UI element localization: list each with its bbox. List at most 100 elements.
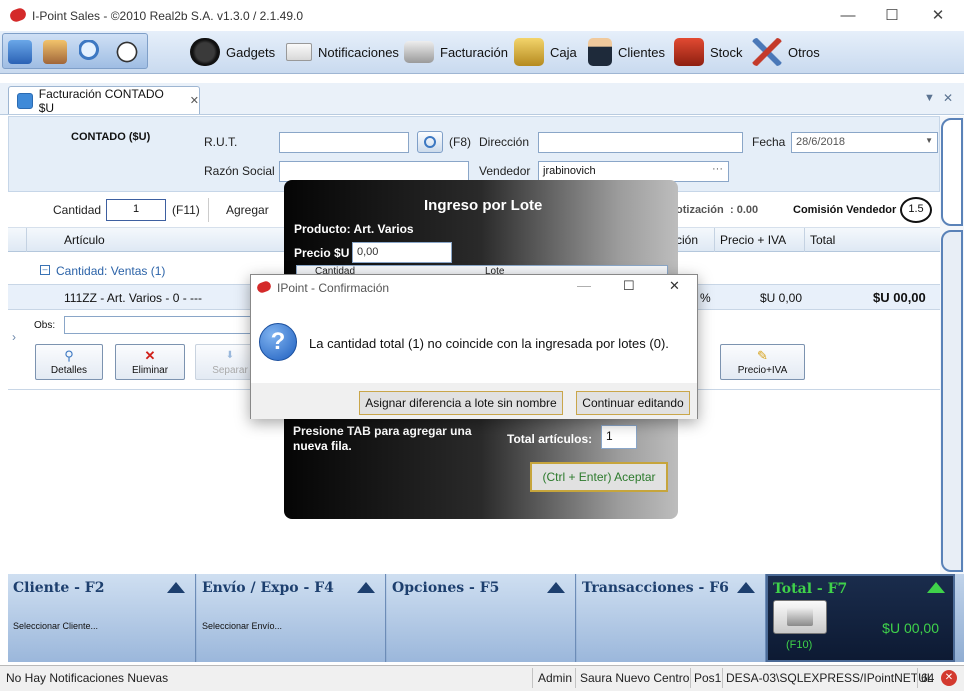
menu-stock-label: Stock: [710, 44, 743, 60]
menu-gadgets[interactable]: Gadgets: [190, 37, 275, 67]
fecha-picker[interactable]: 28/6/2018 ▼: [791, 132, 938, 153]
razon-social-input[interactable]: [279, 161, 469, 182]
document-icon: [17, 92, 33, 109]
menu-notificaciones-label: Notificaciones: [318, 44, 399, 60]
obs-input[interactable]: [64, 316, 254, 334]
cash-register-icon: [404, 41, 434, 63]
cantidad-input[interactable]: 1: [106, 199, 166, 221]
tab-facturacion-contado[interactable]: Facturación CONTADO $U ✕: [8, 86, 200, 115]
clock-icon[interactable]: [115, 40, 139, 64]
status-server: DESA-03\SQLEXPRESS/IPointNETUL: [726, 671, 934, 685]
envio-panel[interactable]: Envío / Expo - F4 Seleccionar Envío...: [197, 574, 386, 662]
fecha-label: Fecha: [752, 135, 786, 149]
continue-editing-button[interactable]: Continuar editando: [576, 391, 690, 415]
expand-up-icon[interactable]: [167, 582, 185, 593]
confirm-minimize-button[interactable]: —: [577, 277, 591, 293]
search-icon: [424, 136, 436, 148]
direccion-label: Dirección: [479, 135, 530, 149]
razon-social-label: Razón Social: [204, 164, 275, 178]
group-label: Cantidad: Ventas (1): [56, 264, 166, 278]
search-icon[interactable]: [79, 40, 103, 64]
opciones-panel[interactable]: Opciones - F5: [387, 574, 576, 662]
lote-accept-button[interactable]: (Ctrl + Enter) Aceptar: [530, 462, 668, 492]
tools-icon: [752, 38, 782, 66]
right-panel-top[interactable]: [941, 118, 963, 226]
col-total[interactable]: Total: [810, 233, 835, 247]
app-logo-icon: [8, 6, 28, 24]
transacciones-panel[interactable]: Transacciones - F6: [577, 574, 766, 662]
status-bits: 64: [921, 671, 935, 685]
invoice-mode-label: CONTADO ($U): [71, 131, 151, 143]
lote-total-input[interactable]: 1: [601, 425, 637, 449]
menu-otros[interactable]: Otros: [752, 37, 820, 67]
comision-label: Comisión Vendedor: [793, 204, 897, 216]
lote-price-label: Precio $U: [294, 246, 350, 260]
col-bonificacion[interactable]: ción: [676, 233, 698, 247]
notifications-status[interactable]: No Hay Notificaciones Nuevas: [6, 671, 168, 685]
expand-up-icon[interactable]: [357, 582, 375, 593]
home-icon[interactable]: [8, 40, 32, 64]
total-amount: $U 00,00: [882, 620, 939, 636]
users-icon[interactable]: [43, 40, 67, 64]
precio-iva-button[interactable]: ✎ Precio+IVA: [720, 344, 805, 380]
direccion-input[interactable]: [538, 132, 743, 153]
delete-icon: ✕: [144, 348, 156, 363]
confirm-dialog: IPoint - Confirmación — ☐ ✕ ? La cantida…: [250, 274, 698, 419]
menu-facturacion[interactable]: Facturación: [404, 37, 508, 67]
rut-input[interactable]: [279, 132, 409, 153]
menu-clientes[interactable]: Clientes: [588, 37, 665, 67]
main-menu-bar: Gadgets Notificaciones Facturación Caja …: [0, 31, 964, 74]
status-pos: Pos1: [694, 671, 722, 685]
expand-up-icon[interactable]: [927, 582, 945, 593]
window-title: I-Point Sales - ©2010 Real2b S.A. v1.3.0…: [32, 9, 304, 23]
rut-search-button[interactable]: [417, 131, 443, 153]
search-icon: ⚲: [64, 348, 74, 363]
col-articulo[interactable]: Artículo: [64, 233, 105, 247]
confirm-maximize-button[interactable]: ☐: [623, 278, 635, 294]
detalles-button[interactable]: ⚲ Detalles: [35, 344, 103, 380]
menu-stock[interactable]: Stock: [674, 37, 743, 67]
gauge-icon: [190, 38, 220, 66]
error-icon[interactable]: ✕: [941, 670, 957, 686]
status-branch: Saura Nuevo Centro: [580, 671, 690, 685]
row-total: $U 00,00: [873, 290, 926, 305]
confirm-close-button[interactable]: ✕: [669, 278, 680, 294]
eliminar-button[interactable]: ✕ Eliminar: [115, 344, 185, 380]
boxes-icon: [674, 38, 704, 66]
close-window-button[interactable]: ✕: [916, 3, 960, 29]
split-icon: ⬇: [225, 350, 235, 361]
tabstrip-close-button[interactable]: ✕: [943, 91, 953, 105]
pencil-icon: ✎: [757, 348, 768, 363]
right-panel-bottom[interactable]: [941, 230, 963, 572]
total-panel[interactable]: Total - F7 (F10) $U 00,00: [766, 574, 955, 662]
f11-hint: (F11): [172, 203, 200, 217]
vendedor-input[interactable]: jrabinovich ···: [538, 161, 729, 182]
cliente-panel[interactable]: Cliente - F2 Seleccionar Cliente...: [8, 574, 196, 662]
cantidad-label: Cantidad: [53, 203, 102, 217]
checkout-button[interactable]: [773, 600, 827, 634]
fecha-value: 28/6/2018: [796, 136, 845, 148]
menu-caja[interactable]: Caja: [514, 37, 577, 67]
envio-panel-title: Envío / Expo - F4: [202, 580, 334, 596]
expand-up-icon[interactable]: [547, 582, 565, 593]
menu-clientes-label: Clientes: [618, 44, 665, 60]
minimize-button[interactable]: —: [826, 3, 870, 29]
menu-notificaciones[interactable]: Notificaciones: [286, 37, 399, 67]
col-precio-iva[interactable]: Precio + IVA: [720, 233, 786, 247]
obs-label: Obs:: [34, 320, 56, 331]
vendedor-more-button[interactable]: ···: [712, 163, 723, 175]
cash-register-icon: [787, 608, 813, 626]
assign-difference-button[interactable]: Asignar diferencia a lote sin nombre: [359, 391, 563, 415]
lote-price-input[interactable]: 0,00: [352, 242, 452, 263]
status-user: Admin: [538, 671, 573, 685]
lote-total-label: Total artículos:: [507, 432, 593, 446]
vendedor-value: jrabinovich: [543, 165, 596, 177]
chevron-down-icon: ▼: [925, 136, 933, 145]
agregar-label: Agregar: [226, 203, 269, 217]
expand-up-icon[interactable]: [737, 582, 755, 593]
maximize-button[interactable]: ☐: [870, 3, 914, 29]
f8-hint: (F8): [449, 135, 471, 149]
tab-list-dropdown-icon[interactable]: ▼: [924, 92, 935, 104]
group-collapse-toggle[interactable]: –: [40, 265, 50, 275]
tab-close-button[interactable]: ✕: [190, 94, 199, 107]
